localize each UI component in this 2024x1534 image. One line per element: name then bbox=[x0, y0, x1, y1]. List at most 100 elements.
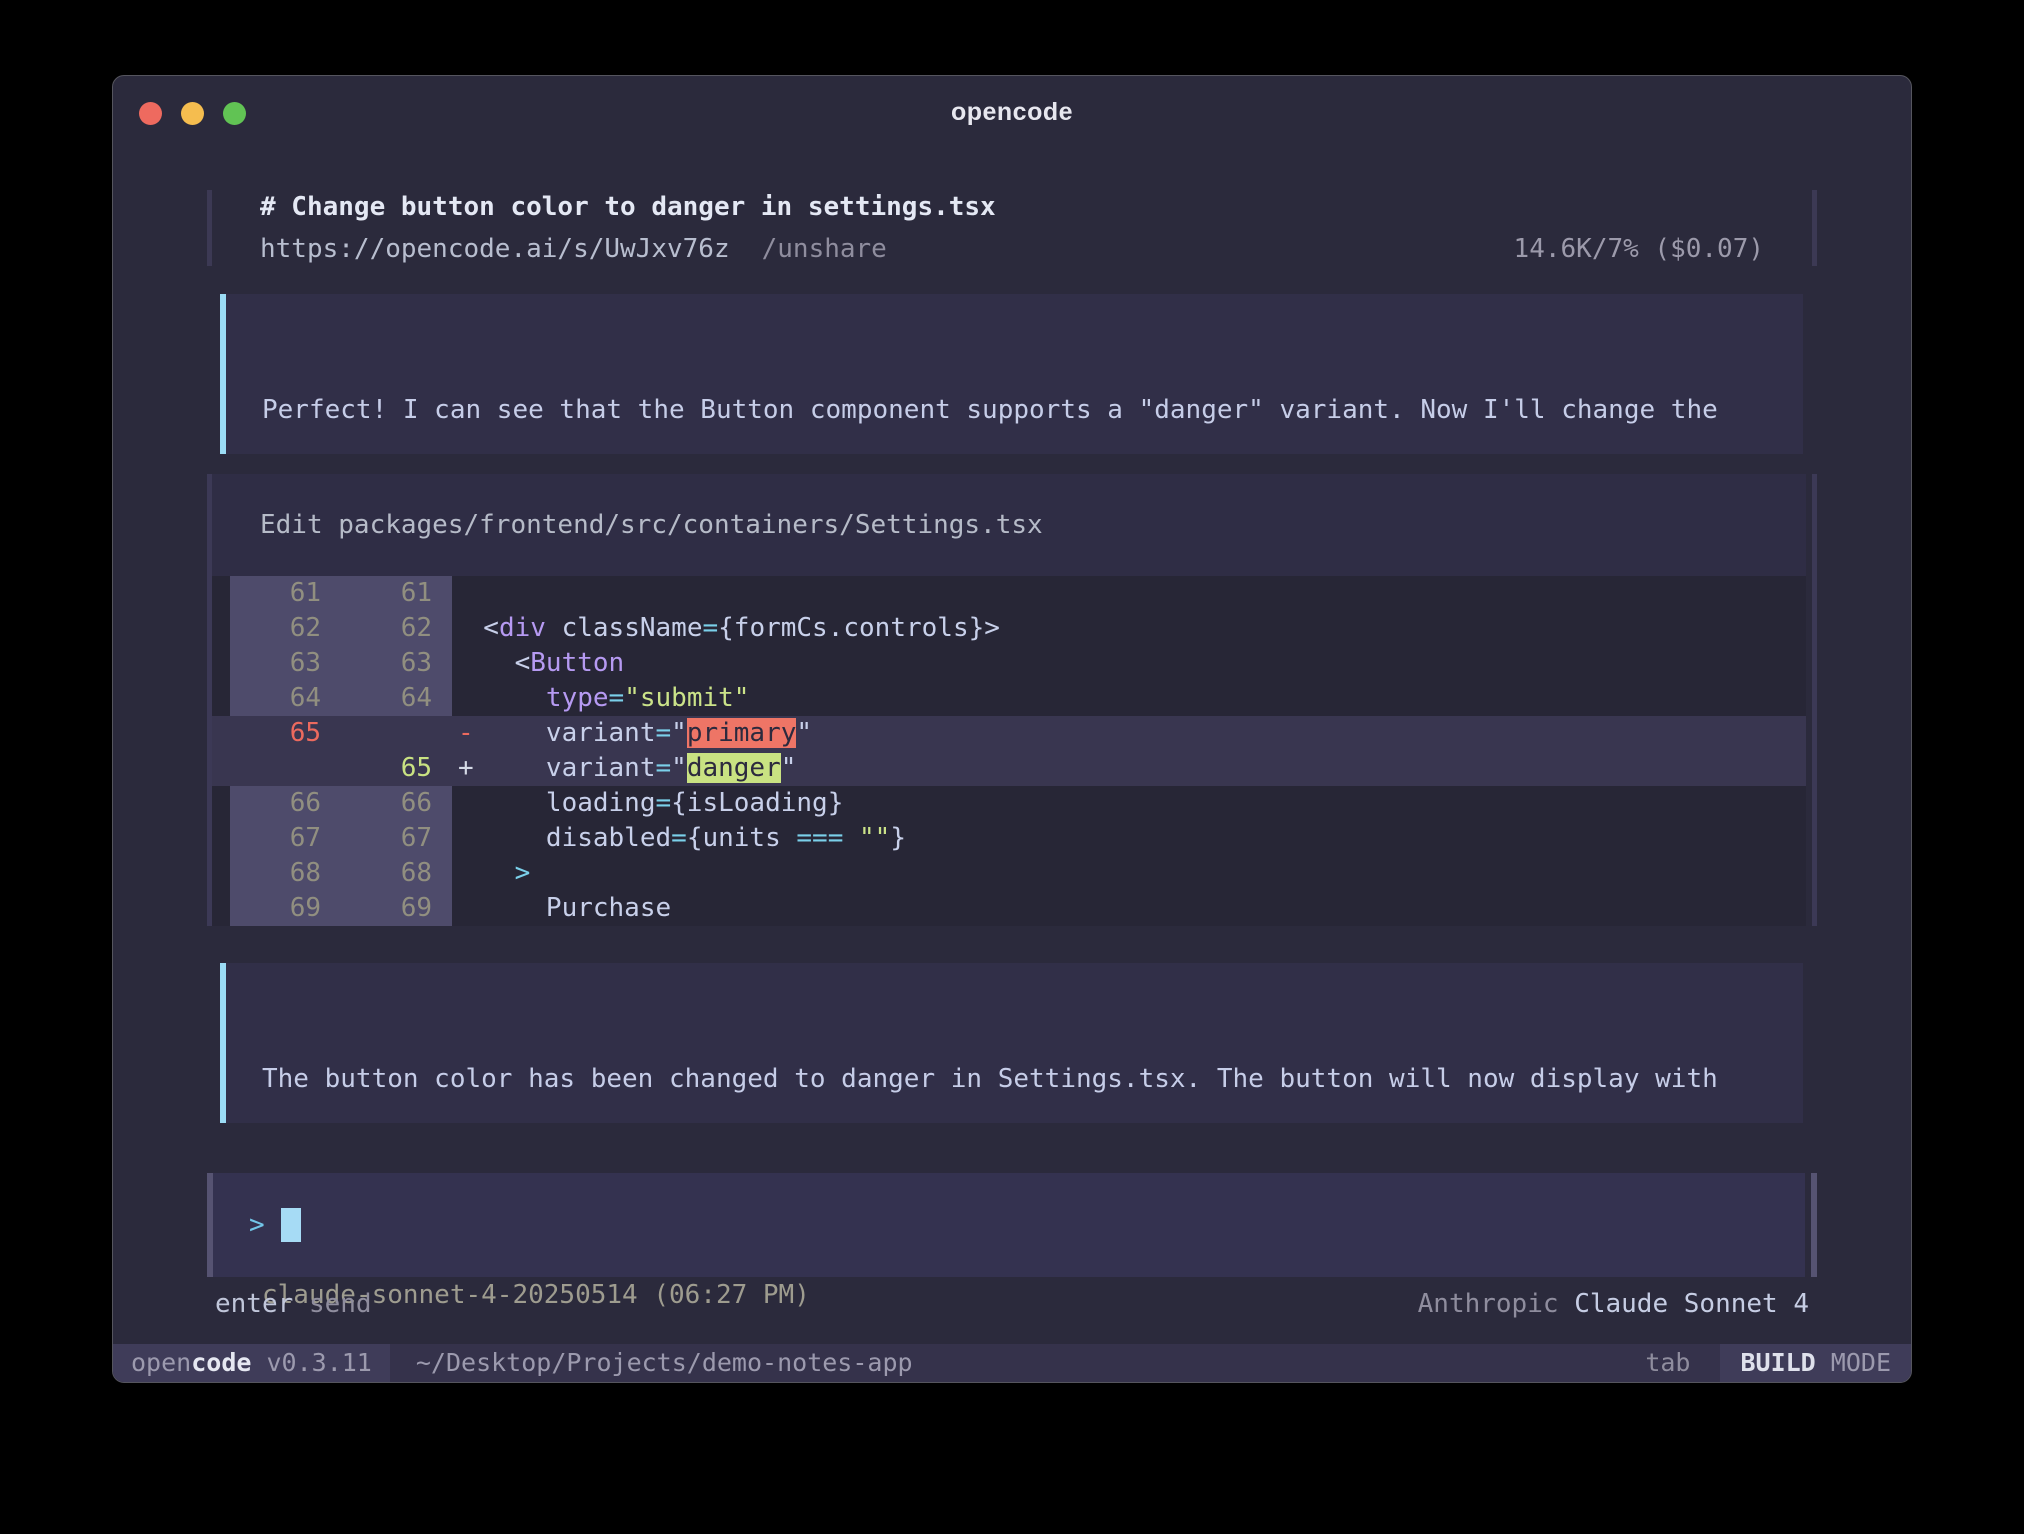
code-token: {units bbox=[687, 823, 797, 853]
diff-line-content bbox=[452, 576, 1806, 611]
input-right-rule bbox=[1811, 1173, 1817, 1277]
model-name bbox=[1559, 1289, 1575, 1319]
diff-row: 6868 > bbox=[212, 856, 1806, 891]
app-version: v0.3.11 bbox=[251, 1348, 371, 1377]
share-url[interactable]: https://opencode.ai/s/UwJxv76z bbox=[260, 234, 730, 264]
edit-tool-block: Edit packages/frontend/src/containers/Se… bbox=[207, 474, 1817, 926]
code-token bbox=[843, 823, 859, 853]
mode-label-rest: MODE bbox=[1816, 1348, 1891, 1377]
mode-label-bold: BUILD bbox=[1740, 1348, 1815, 1377]
window-title: opencode bbox=[113, 98, 1911, 127]
message-line: Perfect! I can see that the Button compo… bbox=[262, 392, 1767, 428]
old-line-number bbox=[230, 751, 341, 786]
diff-line-content: Purchase bbox=[452, 891, 1806, 926]
session-header-right-rule bbox=[1812, 190, 1817, 266]
diff-marker: - bbox=[458, 716, 474, 751]
opencode-window: opencode # Change button color to danger… bbox=[112, 75, 1912, 1383]
new-line-number: 68 bbox=[341, 856, 452, 891]
project-path: ~/Desktop/Projects/demo-notes-app bbox=[390, 1344, 913, 1382]
diff-row: 6666 loading={isLoading} bbox=[212, 786, 1806, 821]
session-title: # Change button color to danger in setti… bbox=[260, 190, 1764, 224]
session-header: # Change button color to danger in setti… bbox=[207, 190, 1817, 266]
code-token: "submit" bbox=[624, 683, 749, 713]
diff-line-content: disabled={units === ""} bbox=[452, 821, 1806, 856]
code-token: disabled bbox=[452, 823, 671, 853]
new-line-number: 64 bbox=[341, 681, 452, 716]
code-token: {isLoading} bbox=[671, 788, 843, 818]
code-token: = bbox=[671, 823, 687, 853]
code-token: > bbox=[515, 858, 531, 888]
code-token: === bbox=[796, 823, 843, 853]
diff-row: 6161 bbox=[212, 576, 1806, 611]
old-line-number: 66 bbox=[230, 786, 341, 821]
new-line-number: 61 bbox=[341, 576, 452, 611]
code-token: = bbox=[609, 683, 625, 713]
assistant-message: The button color has been changed to dan… bbox=[220, 963, 1803, 1123]
diff-line-content: <div className={formCs.controls}> bbox=[452, 611, 1806, 646]
edit-block-right-rule bbox=[1812, 474, 1817, 926]
tab-key-hint: tab bbox=[1621, 1344, 1714, 1382]
old-line-number: 63 bbox=[230, 646, 341, 681]
code-token: = bbox=[656, 788, 672, 818]
model-provider: Anthropic bbox=[1418, 1289, 1559, 1319]
mode-toggle[interactable]: BUILD MODE bbox=[1720, 1344, 1911, 1382]
code-token: = bbox=[656, 753, 672, 783]
brand-code: code bbox=[191, 1348, 251, 1377]
new-line-number: 62 bbox=[341, 611, 452, 646]
old-line-number: 62 bbox=[230, 611, 341, 646]
send-action-hint: send bbox=[309, 1289, 372, 1319]
code-token: {formCs.controls}> bbox=[718, 613, 1000, 643]
code-token: Purchase bbox=[452, 893, 671, 923]
diff-body: 61616262 <div className={formCs.controls… bbox=[212, 576, 1806, 926]
code-token: primary bbox=[687, 718, 797, 748]
diff-line-content: <Button bbox=[452, 646, 1806, 681]
brand-open: open bbox=[131, 1348, 191, 1377]
code-token: } bbox=[890, 823, 906, 853]
diff-line-content: > bbox=[452, 856, 1806, 891]
code-token: variant bbox=[452, 718, 656, 748]
code-token: < bbox=[452, 648, 530, 678]
code-token: < bbox=[452, 613, 499, 643]
edit-file-path: Edit packages/frontend/src/containers/Se… bbox=[212, 474, 1806, 576]
enter-key-hint: enter bbox=[215, 1289, 293, 1319]
diff-row: 6767 disabled={units === ""} bbox=[212, 821, 1806, 856]
app-version-segment: opencode v0.3.11 bbox=[113, 1344, 390, 1382]
code-token: " bbox=[796, 718, 812, 748]
code-token: loading bbox=[452, 788, 656, 818]
code-token: " bbox=[671, 718, 687, 748]
code-token: variant bbox=[452, 753, 656, 783]
diff-row: 65+ variant="danger" bbox=[212, 751, 1806, 786]
code-token: = bbox=[656, 718, 672, 748]
new-line-number: 65 bbox=[341, 751, 452, 786]
code-token: " bbox=[671, 753, 687, 783]
diff-row: 6262 <div className={formCs.controls}> bbox=[212, 611, 1806, 646]
new-line-number: 63 bbox=[341, 646, 452, 681]
prompt-input-box[interactable]: > bbox=[207, 1173, 1817, 1277]
old-line-number: 69 bbox=[230, 891, 341, 926]
code-token: danger bbox=[687, 753, 781, 783]
new-line-number bbox=[341, 716, 452, 751]
code-token: type bbox=[452, 683, 609, 713]
old-line-number: 65 bbox=[230, 716, 341, 751]
token-usage: 14.6K/7% ($0.07) bbox=[1514, 232, 1764, 266]
assistant-message: Perfect! I can see that the Button compo… bbox=[220, 294, 1803, 454]
model-name: Claude Sonnet 4 bbox=[1574, 1289, 1809, 1319]
diff-line-content: + variant="danger" bbox=[452, 751, 1806, 786]
main-content: # Change button color to danger in setti… bbox=[113, 148, 1911, 1344]
code-token: = bbox=[702, 613, 718, 643]
status-bar: opencode v0.3.11 ~/Desktop/Projects/demo… bbox=[113, 1344, 1911, 1382]
code-token: Button bbox=[530, 648, 624, 678]
old-line-number: 67 bbox=[230, 821, 341, 856]
diff-row: 6363 <Button bbox=[212, 646, 1806, 681]
diff-line-content: - variant="primary" bbox=[452, 716, 1806, 751]
old-line-number: 68 bbox=[230, 856, 341, 891]
old-line-number: 64 bbox=[230, 681, 341, 716]
diff-row: 65- variant="primary" bbox=[212, 716, 1806, 751]
code-token: "" bbox=[859, 823, 890, 853]
code-token bbox=[452, 858, 515, 888]
new-line-number: 69 bbox=[341, 891, 452, 926]
new-line-number: 66 bbox=[341, 786, 452, 821]
unshare-command[interactable]: /unshare bbox=[762, 234, 887, 264]
diff-row: 6464 type="submit" bbox=[212, 681, 1806, 716]
message-line: The button color has been changed to dan… bbox=[262, 1061, 1767, 1097]
